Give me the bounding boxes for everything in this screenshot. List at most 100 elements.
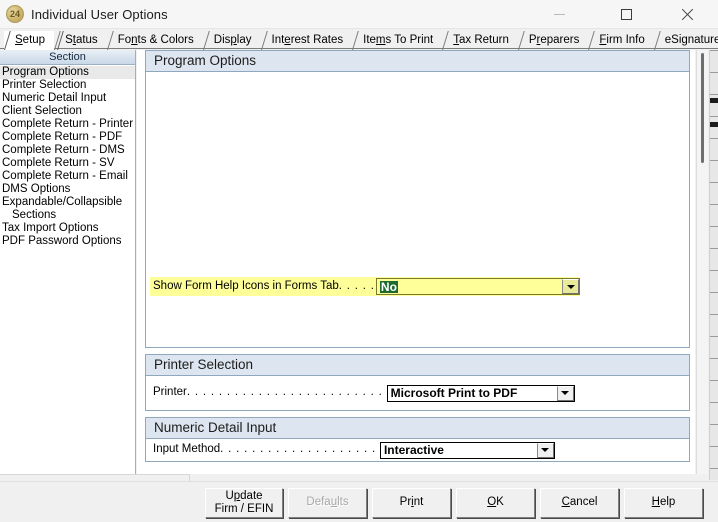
- sidebar-item-label: Complete Return - Email: [2, 169, 128, 182]
- sidebar-item-printer-selection[interactable]: Printer Selection: [0, 79, 135, 92]
- combo-value-printer: Microsoft Print to PDF: [390, 387, 518, 399]
- edge-tick: [710, 248, 718, 249]
- sidebar-item-complete-return-email[interactable]: Complete Return - Email: [0, 170, 135, 183]
- button-label: Help: [651, 496, 676, 509]
- ok-button[interactable]: OK: [456, 488, 535, 518]
- sidebar-item-label: Complete Return - PDF: [2, 130, 123, 143]
- edge-tick: [710, 204, 718, 205]
- button-label: Print: [399, 496, 424, 509]
- edge-tick: [710, 138, 718, 139]
- sidebar-item-list: Program Options Printer Selection Numeric …: [0, 65, 135, 248]
- button-label: Defaults: [306, 496, 349, 509]
- leader-printer: . . . . . . . . . . . . . . . . . . . . …: [186, 387, 383, 399]
- button-label: Update Firm / EFIN: [214, 489, 274, 515]
- group-body-numeric-detail-input: Input Method . . . . . . . . . . . . . .…: [146, 439, 689, 461]
- edge-tick: [710, 336, 718, 337]
- app-badge-24-icon: 24: [6, 5, 24, 23]
- minimize-button[interactable]: [537, 0, 582, 29]
- sidebar-item-label: Numeric Detail Input: [2, 91, 107, 104]
- help-button[interactable]: Help: [624, 488, 703, 518]
- leader-input-method: . . . . . . . . . . . . . . . . . . . .: [220, 444, 376, 456]
- edge-tick: [710, 182, 718, 183]
- chevron-down-icon[interactable]: [536, 442, 554, 458]
- sidebar-item-pdf-password-options[interactable]: PDF Password Options: [0, 235, 135, 248]
- edge-tick: [710, 116, 718, 117]
- edge-tick: [710, 402, 718, 403]
- edge-tick: [710, 314, 718, 315]
- minimize-icon: [554, 14, 565, 15]
- sidebar-item-numeric-detail-input[interactable]: Numeric Detail Input: [0, 92, 135, 105]
- sidebar-item-sections[interactable]: Sections: [0, 209, 135, 222]
- group-title-program-options: Program Options: [146, 51, 689, 72]
- sidebar-item-dms-options[interactable]: DMS Options: [0, 183, 135, 196]
- edge-marker: [710, 98, 718, 103]
- field-row-input-method: Input Method . . . . . . . . . . . . . .…: [146, 441, 555, 459]
- sidebar-item-label: DMS Options: [2, 182, 71, 195]
- content-vertical-scrollbar[interactable]: [696, 50, 708, 474]
- edge-tick: [710, 358, 718, 359]
- print-button[interactable]: Print: [372, 488, 451, 518]
- title-bar: 24 Individual User Options: [0, 0, 718, 29]
- sidebar-item-complete-return-printer[interactable]: Complete Return - Printer: [0, 118, 135, 131]
- edge-tick: [710, 94, 718, 95]
- sidebar-item-complete-return-dms[interactable]: Complete Return - DMS: [0, 144, 135, 157]
- sidebar-item-label: Complete Return - DMS: [2, 143, 125, 156]
- edge-tick: [710, 160, 718, 161]
- sidebar-header: Section: [0, 50, 135, 65]
- edge-tick: [710, 72, 718, 73]
- combo-printer[interactable]: Microsoft Print to PDF: [386, 384, 575, 402]
- edge-tick: [710, 446, 718, 447]
- maximize-icon: [621, 9, 632, 20]
- tab-label: Items To Print: [363, 33, 434, 46]
- cancel-button[interactable]: Cancel: [540, 488, 619, 518]
- sidebar-item-expandable-collapsible[interactable]: Expandable/Collapsible: [0, 196, 135, 209]
- tab-label: Preparers: [528, 33, 580, 46]
- combo-value-show-help-icons: No: [379, 280, 398, 293]
- edge-tick: [710, 50, 718, 51]
- tab-setup[interactable]: Setup: [4, 31, 55, 50]
- combo-show-help-icons[interactable]: No: [375, 278, 580, 295]
- sidebar-item-client-selection[interactable]: Client Selection: [0, 105, 135, 118]
- label-input-method: Input Method: [153, 443, 221, 456]
- sidebar-item-label: PDF Password Options: [2, 234, 122, 247]
- group-numeric-detail-input: Numeric Detail Input Input Method . . . …: [145, 417, 690, 462]
- group-body-program-options: Show Form Help Icons in Forms Tab . . . …: [146, 72, 689, 347]
- sidebar-item-program-options[interactable]: Program Options: [0, 66, 135, 79]
- sidebar-item-complete-return-sv[interactable]: Complete Return - SV: [0, 157, 135, 170]
- defaults-button: Defaults: [288, 488, 367, 518]
- window-edge-ruler: [709, 50, 718, 480]
- sidebar-item-label: Complete Return - SV: [2, 156, 115, 169]
- field-row-show-help-icons: Show Form Help Icons in Forms Tab . . . …: [150, 277, 580, 296]
- chevron-down-icon[interactable]: [556, 385, 574, 401]
- group-printer-selection: Printer Selection Printer . . . . . . . …: [145, 354, 690, 411]
- leader-show-help-icons: . . . . .: [338, 280, 373, 292]
- close-button[interactable]: [665, 0, 710, 29]
- edge-marker: [710, 122, 718, 127]
- tab-label: Fonts & Colors: [117, 33, 194, 46]
- options-content-panel: Program Options Show Form Help Icons in …: [137, 50, 695, 474]
- combo-input-method[interactable]: Interactive: [379, 441, 555, 459]
- tab-label: Setup: [15, 33, 46, 46]
- chevron-down-icon[interactable]: [562, 279, 579, 294]
- sidebar-item-tax-import-options[interactable]: Tax Import Options: [0, 222, 135, 235]
- sidebar-item-complete-return-pdf[interactable]: Complete Return - PDF: [0, 131, 135, 144]
- edge-tick: [710, 468, 718, 469]
- group-title-numeric-detail-input: Numeric Detail Input: [146, 418, 689, 439]
- sidebar-item-label: Client Selection: [2, 104, 82, 117]
- update-firm-efin-button[interactable]: Update Firm / EFIN: [205, 488, 283, 518]
- tab-label: eSignature: [664, 33, 718, 46]
- group-body-printer-selection: Printer . . . . . . . . . . . . . . . . …: [146, 376, 689, 410]
- edge-tick: [710, 270, 718, 271]
- edge-tick: [710, 226, 718, 227]
- edge-tick: [710, 380, 718, 381]
- edge-tick: [710, 292, 718, 293]
- field-row-printer: Printer . . . . . . . . . . . . . . . . …: [146, 384, 575, 402]
- application-window: 24 Individual User Options Setup Status Fo…: [0, 0, 718, 522]
- scrollbar-thumb[interactable]: [701, 53, 704, 163]
- edge-tick: [710, 424, 718, 425]
- group-program-options: Program Options Show Form Help Icons in …: [145, 50, 690, 348]
- maximize-button[interactable]: [604, 0, 649, 29]
- button-label: OK: [487, 496, 504, 509]
- label-printer: Printer: [153, 386, 187, 399]
- group-title-printer-selection: Printer Selection: [146, 355, 689, 376]
